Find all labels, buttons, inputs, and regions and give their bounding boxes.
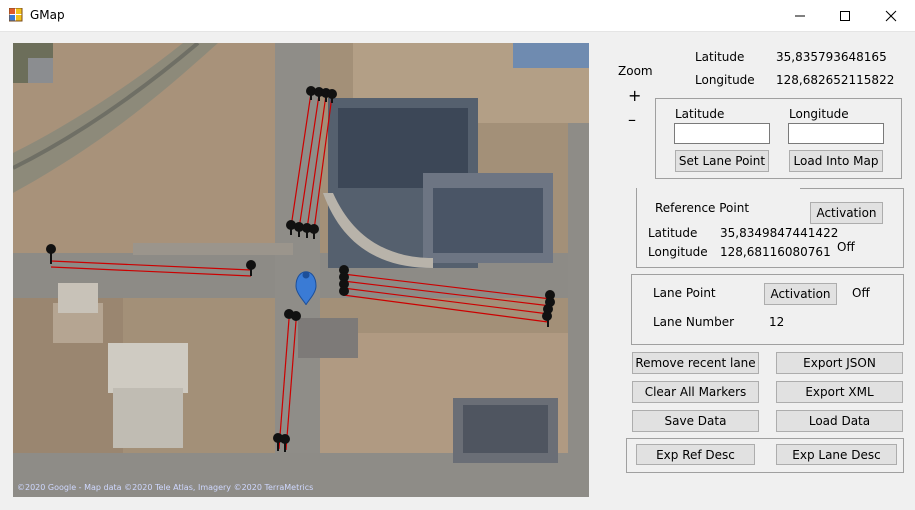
title-bar: GMap <box>0 0 915 32</box>
position-latitude-label: Latitude <box>695 50 745 64</box>
lane-status: Off <box>852 286 870 300</box>
reference-title: Reference Point <box>655 201 750 215</box>
export-json-button[interactable]: Export JSON <box>776 352 903 374</box>
minimize-button[interactable] <box>777 0 823 31</box>
lane-overlay <box>46 86 555 452</box>
map-view[interactable]: ©2020 Google - Map data ©2020 Tele Atlas… <box>13 43 589 497</box>
lane-point-label: Lane Point <box>653 286 716 300</box>
reference-longitude-label: Longitude <box>648 245 708 259</box>
map-attribution: ©2020 Google - Map data ©2020 Tele Atlas… <box>17 483 314 492</box>
longitude-input[interactable] <box>788 123 884 144</box>
maximize-button[interactable] <box>822 0 868 31</box>
clear-all-markers-button[interactable]: Clear All Markers <box>632 381 759 403</box>
center-marker-icon <box>295 271 317 306</box>
position-latitude-value: 35,835793648165 <box>776 50 887 64</box>
lane-number-label: Lane Number <box>653 315 735 329</box>
window-title: GMap <box>30 8 65 22</box>
position-longitude-value: 128,682652115822 <box>776 73 895 87</box>
load-into-map-button[interactable]: Load Into Map <box>789 150 883 172</box>
reference-latitude-label: Latitude <box>648 226 698 240</box>
reference-status: Off <box>837 240 855 254</box>
input-latitude-label: Latitude <box>675 107 725 121</box>
export-xml-button[interactable]: Export XML <box>776 381 903 403</box>
reference-group-top-border <box>800 188 904 189</box>
latitude-input[interactable] <box>674 123 770 144</box>
close-icon <box>885 10 897 21</box>
remove-recent-lane-button[interactable]: Remove recent lane <box>632 352 759 374</box>
zoom-out-button[interactable]: – <box>628 110 636 129</box>
zoom-label: Zoom <box>618 64 653 78</box>
exp-ref-desc-button[interactable]: Exp Ref Desc <box>636 444 755 465</box>
reference-latitude-value: 35,8349847441422 <box>720 226 839 240</box>
app-icon <box>9 8 23 22</box>
maximize-icon <box>840 10 850 21</box>
lane-lines <box>50 92 552 451</box>
zoom-in-button[interactable]: + <box>628 86 641 105</box>
lane-markers <box>46 86 555 444</box>
lane-activation-button[interactable]: Activation <box>764 283 837 305</box>
close-button[interactable] <box>868 0 914 31</box>
set-lane-point-button[interactable]: Set Lane Point <box>675 150 769 172</box>
input-longitude-label: Longitude <box>789 107 849 121</box>
load-data-button[interactable]: Load Data <box>776 410 903 432</box>
minimize-icon <box>795 15 805 16</box>
save-data-button[interactable]: Save Data <box>632 410 759 432</box>
position-longitude-label: Longitude <box>695 73 755 87</box>
reference-longitude-value: 128,68116080761 <box>720 245 831 259</box>
lane-number-value: 12 <box>769 315 785 329</box>
reference-activation-button[interactable]: Activation <box>810 202 883 224</box>
exp-lane-desc-button[interactable]: Exp Lane Desc <box>776 444 897 465</box>
lane-marker-tails <box>50 91 549 452</box>
